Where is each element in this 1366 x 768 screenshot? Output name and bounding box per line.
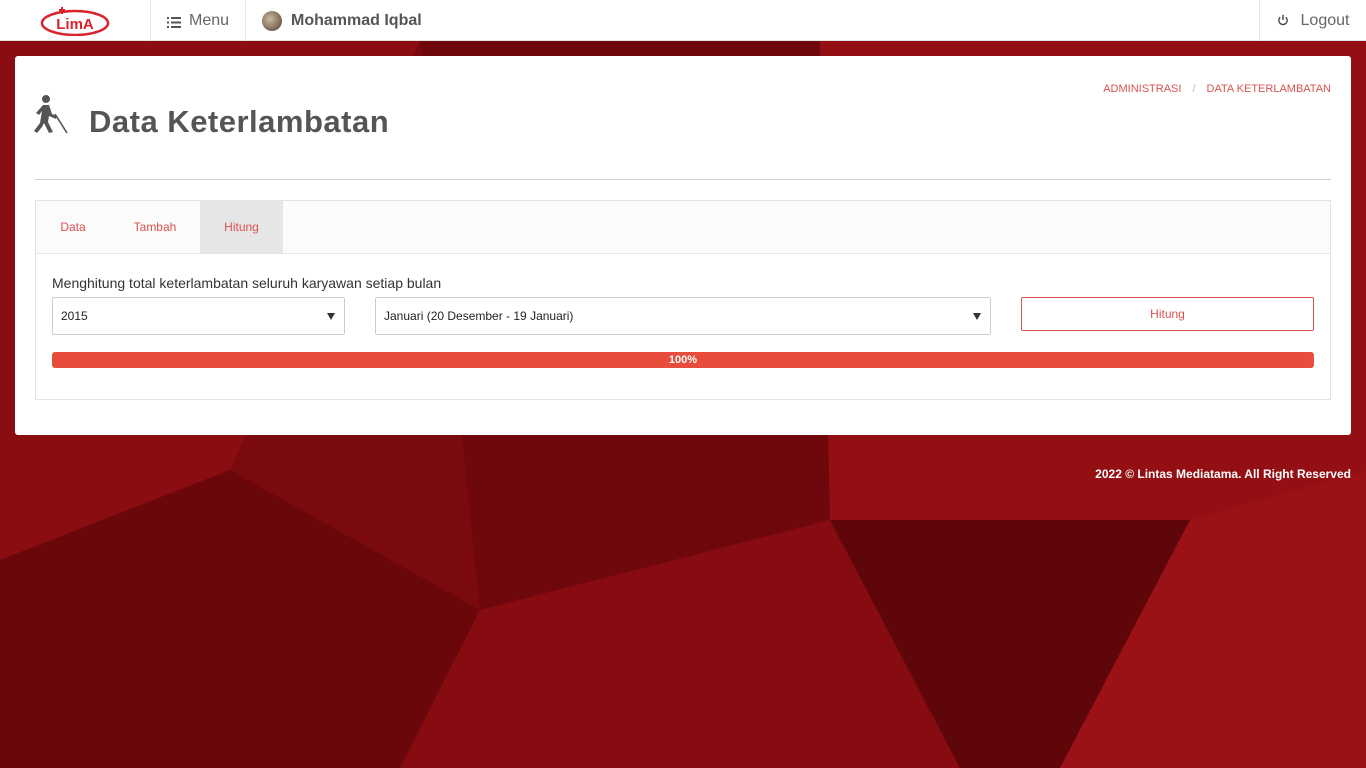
- brand-logo[interactable]: LimA: [0, 0, 151, 41]
- breadcrumb: ADMINISTRASI / DATA KETERLAMBATAN: [1103, 83, 1331, 95]
- main-card: Data Keterlambatan ADMINISTRASI / DATA K…: [15, 56, 1351, 435]
- tab-hitung[interactable]: Hitung: [200, 201, 283, 253]
- chevron-down-icon: [327, 313, 335, 320]
- month-select-value: Januari (20 Desember - 19 Januari): [384, 309, 574, 323]
- chevron-down-icon: [973, 313, 981, 320]
- form-description: Menghitung total keterlambatan seluruh k…: [52, 275, 442, 291]
- top-navbar: LimA Menu Mohammad Iqbal Logout: [0, 0, 1366, 41]
- user-name: Mohammad Iqbal: [291, 11, 422, 29]
- progress-fill: 100%: [52, 352, 1314, 368]
- menu-label: Menu: [188, 11, 230, 29]
- menu-button[interactable]: Menu: [151, 0, 246, 41]
- lima-logo-icon: LimA: [40, 6, 110, 36]
- title-divider: [35, 179, 1331, 180]
- year-select-value: 2015: [61, 309, 88, 323]
- walking-person-icon: [33, 94, 71, 134]
- year-select[interactable]: 2015: [52, 297, 345, 335]
- svg-text:LimA: LimA: [56, 16, 94, 33]
- hamburger-icon: [166, 15, 181, 28]
- progress-bar: 100%: [52, 352, 1314, 368]
- tab-bar: Data Tambah Hitung: [36, 201, 1330, 254]
- avatar: [262, 10, 282, 31]
- month-select[interactable]: Januari (20 Desember - 19 Januari): [375, 297, 991, 335]
- footer-copyright: 2022 © Lintas Mediatama. All Right Reser…: [1095, 467, 1351, 481]
- breadcrumb-administrasi[interactable]: ADMINISTRASI: [1103, 83, 1181, 95]
- breadcrumb-data-keterlambatan[interactable]: DATA KETERLAMBATAN: [1207, 83, 1332, 95]
- tab-panel: Data Tambah Hitung Menghitung total kete…: [35, 200, 1331, 400]
- page-title: Data Keterlambatan: [89, 104, 390, 139]
- logout-button[interactable]: Logout: [1259, 0, 1366, 41]
- user-profile[interactable]: Mohammad Iqbal: [262, 0, 422, 41]
- tab-data[interactable]: Data: [36, 201, 110, 253]
- tab-tambah[interactable]: Tambah: [110, 201, 200, 253]
- breadcrumb-separator: /: [1192, 83, 1196, 95]
- hitung-button[interactable]: Hitung: [1021, 297, 1314, 331]
- power-icon: [1277, 13, 1289, 29]
- logout-label: Logout: [1300, 11, 1350, 29]
